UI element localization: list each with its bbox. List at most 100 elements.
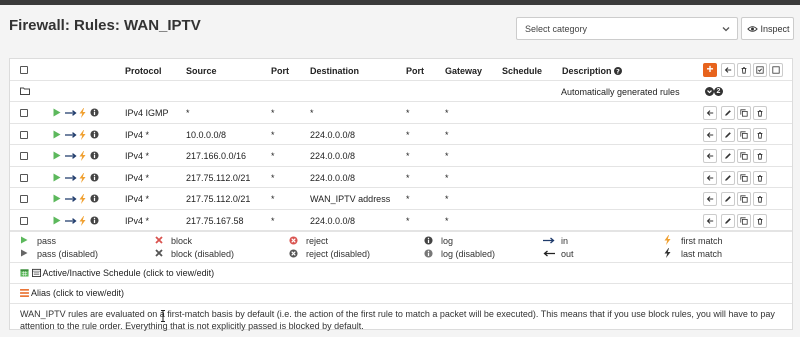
clone-rule-button[interactable]: [737, 127, 751, 142]
arrow-left-icon: [706, 131, 714, 138]
delete-selected-button[interactable]: [737, 63, 751, 77]
trash-icon: [757, 217, 763, 225]
bolt-icon: [664, 235, 671, 245]
legend-log-disabled: log (disabled): [441, 249, 496, 259]
header-description: Description ?: [562, 66, 623, 76]
arrow-left-icon: [706, 196, 714, 202]
cell-destination: 224.0.0.0/8: [310, 215, 356, 226]
delete-rule-button[interactable]: [753, 170, 767, 185]
arrow-right-icon: [543, 237, 555, 244]
cell-destination: 224.0.0.0/8: [310, 172, 356, 183]
pass-icon[interactable]: [53, 173, 61, 182]
row-checkbox[interactable]: [20, 216, 28, 225]
row-checkbox[interactable]: [20, 195, 28, 203]
schedule-legend[interactable]: Active/Inactive Schedule (click to view/…: [20, 268, 214, 280]
clone-rule-button[interactable]: [737, 149, 751, 163]
category-select[interactable]: Select category: [516, 17, 738, 40]
table-row[interactable]: IPv4 * 217.75.112.0/21 * WAN_IPTV address * *: [10, 188, 792, 210]
edit-rule-button[interactable]: [721, 149, 735, 163]
header-protocol: Protocol: [125, 66, 162, 76]
move-rule-button[interactable]: [703, 213, 717, 228]
cell-protocol: IPv4 *: [125, 194, 150, 204]
move-rule-button[interactable]: [703, 170, 717, 185]
arrow-right-icon: [65, 131, 77, 138]
bolt-dark-icon: [664, 248, 671, 258]
cell-protocol: IPv4 *: [125, 129, 150, 140]
chevron-down-circle-icon[interactable]: [705, 87, 714, 96]
delete-rule-button[interactable]: [753, 106, 767, 120]
clone-rule-button[interactable]: [737, 106, 751, 120]
move-rule-button[interactable]: [703, 149, 717, 163]
table-row[interactable]: IPv4 * 217.166.0.0/16 * 224.0.0.0/8 * *: [10, 145, 792, 167]
inspect-button[interactable]: Inspect: [741, 17, 794, 40]
arrow-left-icon: [706, 153, 714, 159]
row-checkbox[interactable]: [20, 152, 28, 160]
add-rule-button[interactable]: +: [703, 63, 717, 77]
edit-rule-button[interactable]: [721, 127, 735, 142]
table-row[interactable]: IPv4 * 10.0.0.0/8 * 224.0.0.0/8 * *: [10, 124, 792, 145]
delete-rule-button[interactable]: [753, 213, 767, 228]
bolt-icon: [79, 108, 86, 118]
edit-rule-button[interactable]: [721, 192, 735, 206]
auto-generated-row[interactable]: Automatically generated rules 2: [10, 81, 792, 102]
move-rule-button[interactable]: [703, 106, 717, 120]
divider: [10, 283, 792, 284]
edit-rule-button[interactable]: [721, 106, 735, 120]
legend-log: log: [441, 236, 454, 246]
table-row[interactable]: IPv4 * 217.75.112.0/21 * 224.0.0.0/8 * *: [10, 167, 792, 188]
pass-icon[interactable]: [53, 194, 61, 203]
legend-reject-disabled: reject (disabled): [306, 249, 371, 259]
pass-icon[interactable]: [53, 130, 61, 139]
header-destination: Destination: [310, 66, 360, 76]
square-icon: [772, 66, 780, 74]
cell-port: *: [271, 194, 275, 204]
copy-icon: [740, 173, 748, 182]
info-icon[interactable]: [90, 194, 99, 203]
pass-icon[interactable]: [53, 151, 61, 160]
pass-icon[interactable]: [53, 216, 61, 225]
move-rule-button[interactable]: [703, 127, 717, 142]
info-icon[interactable]: [90, 215, 99, 225]
header-port: Port: [271, 66, 289, 76]
info-icon[interactable]: [90, 151, 99, 160]
table-row[interactable]: IPv4 IGMP * * * * *: [10, 102, 792, 124]
move-selected-button[interactable]: [721, 63, 735, 77]
divider: [10, 262, 792, 263]
edit-rule-button[interactable]: [721, 170, 735, 185]
move-rule-button[interactable]: [703, 192, 717, 206]
legend-last-match: last match: [681, 249, 723, 259]
bolt-icon: [79, 194, 86, 204]
cell-dest_port: *: [406, 172, 410, 183]
row-checkbox[interactable]: [20, 130, 28, 139]
clone-rule-button[interactable]: [737, 192, 751, 206]
table-row[interactable]: IPv4 * 217.75.167.58 * 224.0.0.0/8 * *: [10, 210, 792, 231]
info-icon[interactable]: [90, 108, 99, 117]
info-icon[interactable]: [90, 172, 99, 182]
header-gateway: Gateway: [445, 66, 483, 76]
clone-rule-button[interactable]: [737, 213, 751, 228]
divider: [10, 303, 792, 304]
edit-rule-button[interactable]: [721, 213, 735, 228]
cell-dest_port: *: [406, 151, 410, 161]
calendar-active-icon: [20, 269, 29, 277]
cell-port: *: [271, 129, 275, 140]
alias-legend[interactable]: Alias (click to view/edit): [20, 288, 124, 300]
help-icon[interactable]: ?: [614, 67, 623, 75]
delete-rule-button[interactable]: [753, 127, 767, 142]
info-icon[interactable]: [90, 129, 99, 139]
row-checkbox[interactable]: [20, 173, 28, 182]
delete-rule-button[interactable]: [753, 192, 767, 206]
legend-pass-disabled: pass (disabled): [37, 249, 99, 259]
pass-icon[interactable]: [53, 108, 61, 117]
check-square-icon: [756, 66, 764, 74]
folder-icon: [20, 87, 30, 95]
enable-selected-button[interactable]: [753, 63, 767, 77]
clone-rule-button[interactable]: [737, 170, 751, 185]
legend-in: in: [561, 236, 569, 246]
disable-selected-button[interactable]: [769, 63, 783, 77]
row-checkbox[interactable]: [20, 109, 28, 117]
cell-source: *: [186, 108, 190, 118]
delete-rule-button[interactable]: [753, 149, 767, 163]
arrow-right-icon: [65, 196, 77, 202]
select-all-checkbox[interactable]: [20, 66, 28, 74]
